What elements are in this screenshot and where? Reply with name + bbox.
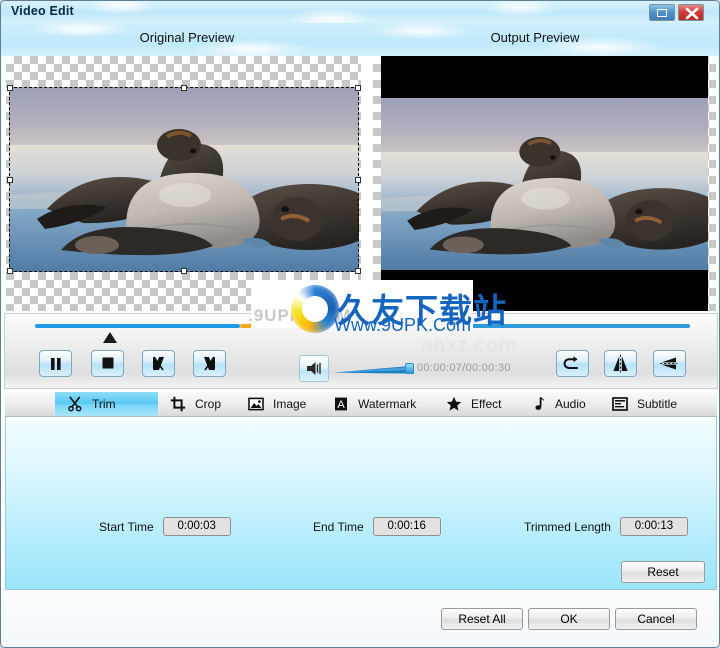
timeline-track-after[interactable] bbox=[465, 324, 690, 328]
tab-effect-label: Effect bbox=[471, 397, 502, 411]
ok-button[interactable]: OK bbox=[528, 608, 610, 630]
seal-photo-output bbox=[381, 98, 708, 270]
end-time-group: End Time 0:00:16 bbox=[313, 517, 441, 536]
start-time-group: Start Time 0:00:03 bbox=[99, 517, 231, 536]
volume-button[interactable] bbox=[299, 355, 329, 382]
music-note-icon bbox=[530, 396, 546, 412]
volume-slider-knob[interactable] bbox=[405, 363, 414, 374]
close-button[interactable] bbox=[678, 4, 704, 21]
window-title: Video Edit bbox=[11, 4, 74, 18]
tab-crop-label: Crop bbox=[195, 397, 222, 411]
rotate-icon bbox=[563, 356, 578, 369]
scissors-icon bbox=[67, 396, 83, 412]
title-bar: Video Edit bbox=[1, 1, 719, 23]
cancel-button[interactable]: Cancel bbox=[615, 608, 697, 630]
trimmed-length-label: Trimmed Length bbox=[524, 519, 611, 534]
tab-trim-label: Trim bbox=[92, 397, 116, 411]
stop-icon bbox=[102, 357, 114, 369]
start-time-input[interactable]: 0:00:03 bbox=[162, 517, 231, 536]
video-edit-window: Video Edit Original Preview Output Previ… bbox=[0, 0, 720, 648]
flip-horizontal-button[interactable] bbox=[604, 350, 637, 377]
player-control-strip bbox=[4, 313, 718, 389]
timeline-playhead-glow bbox=[433, 322, 455, 330]
original-preview-label: Original Preview bbox=[139, 30, 235, 45]
timeline-track-selection[interactable] bbox=[240, 324, 465, 328]
dialog-footer bbox=[1, 592, 719, 647]
crop-handle-ml[interactable] bbox=[7, 176, 13, 183]
trimmed-length-input[interactable]: 0:00:13 bbox=[619, 517, 688, 536]
timecode-display: 00:00:07/00:00:30 bbox=[417, 362, 511, 374]
output-preview-image bbox=[381, 56, 708, 311]
crop-handle-mr[interactable] bbox=[355, 176, 361, 183]
timeline-track-before[interactable] bbox=[35, 324, 240, 328]
end-time-input[interactable]: 0:00:16 bbox=[372, 517, 441, 536]
flip-vertical-icon bbox=[660, 357, 678, 370]
crop-handle-tr[interactable] bbox=[355, 85, 361, 91]
rotate-button[interactable] bbox=[556, 350, 589, 377]
tab-effect[interactable]: Effect bbox=[434, 392, 518, 416]
flip-vertical-button[interactable] bbox=[653, 350, 686, 377]
crop-handle-bc[interactable] bbox=[181, 268, 187, 274]
crop-handle-br[interactable] bbox=[355, 268, 361, 274]
timeline-start-marker[interactable] bbox=[103, 332, 117, 343]
volume-slider[interactable] bbox=[334, 365, 414, 374]
tab-image-label: Image bbox=[273, 397, 307, 411]
tab-crop[interactable]: Crop bbox=[158, 392, 236, 416]
crop-handle-tl[interactable] bbox=[7, 85, 13, 91]
svg-text:A: A bbox=[337, 399, 345, 411]
star-icon bbox=[446, 396, 462, 412]
pause-button[interactable] bbox=[39, 350, 72, 377]
set-end-button[interactable] bbox=[193, 350, 226, 377]
trimmed-length-group: Trimmed Length 0:00:13 bbox=[524, 517, 688, 536]
edit-tab-bar: Trim Crop Image A Watermark Effect Audio… bbox=[5, 392, 717, 417]
output-preview-pane[interactable] bbox=[373, 56, 716, 311]
output-letterbox-content bbox=[381, 98, 708, 270]
image-icon bbox=[248, 396, 264, 412]
set-start-button[interactable] bbox=[142, 350, 175, 377]
flip-horizontal-icon bbox=[613, 354, 628, 373]
speaker-icon bbox=[307, 362, 321, 375]
tab-watermark[interactable]: A Watermark bbox=[321, 392, 434, 416]
trim-panel: Start Time 0:00:03 End Time 0:00:16 Trim… bbox=[5, 417, 717, 590]
set-start-icon bbox=[153, 356, 164, 371]
set-end-icon bbox=[204, 356, 215, 371]
subtitle-icon bbox=[612, 396, 628, 412]
tab-watermark-label: Watermark bbox=[358, 397, 417, 411]
stop-button[interactable] bbox=[91, 350, 124, 377]
tab-image[interactable]: Image bbox=[236, 392, 321, 416]
pause-icon bbox=[51, 358, 61, 370]
crop-selection-rect[interactable] bbox=[7, 85, 361, 274]
output-preview-label: Output Preview bbox=[490, 30, 580, 45]
maximize-icon bbox=[657, 9, 667, 17]
maximize-button[interactable] bbox=[649, 4, 675, 21]
original-preview-pane[interactable] bbox=[6, 56, 361, 311]
tab-audio-label: Audio bbox=[555, 397, 586, 411]
reset-all-button[interactable]: Reset All bbox=[441, 608, 523, 630]
crop-icon bbox=[170, 396, 186, 412]
close-icon bbox=[685, 7, 699, 20]
end-time-label: End Time bbox=[313, 519, 364, 534]
reset-button[interactable]: Reset bbox=[621, 561, 705, 583]
tab-audio[interactable]: Audio bbox=[518, 392, 600, 416]
crop-handle-bl[interactable] bbox=[7, 268, 13, 274]
tab-subtitle[interactable]: Subtitle bbox=[600, 392, 696, 416]
crop-handle-tc[interactable] bbox=[181, 85, 187, 91]
tab-subtitle-label: Subtitle bbox=[637, 397, 678, 411]
watermark-icon: A bbox=[333, 396, 349, 412]
tab-trim[interactable]: Trim bbox=[55, 392, 158, 416]
start-time-label: Start Time bbox=[99, 519, 154, 534]
